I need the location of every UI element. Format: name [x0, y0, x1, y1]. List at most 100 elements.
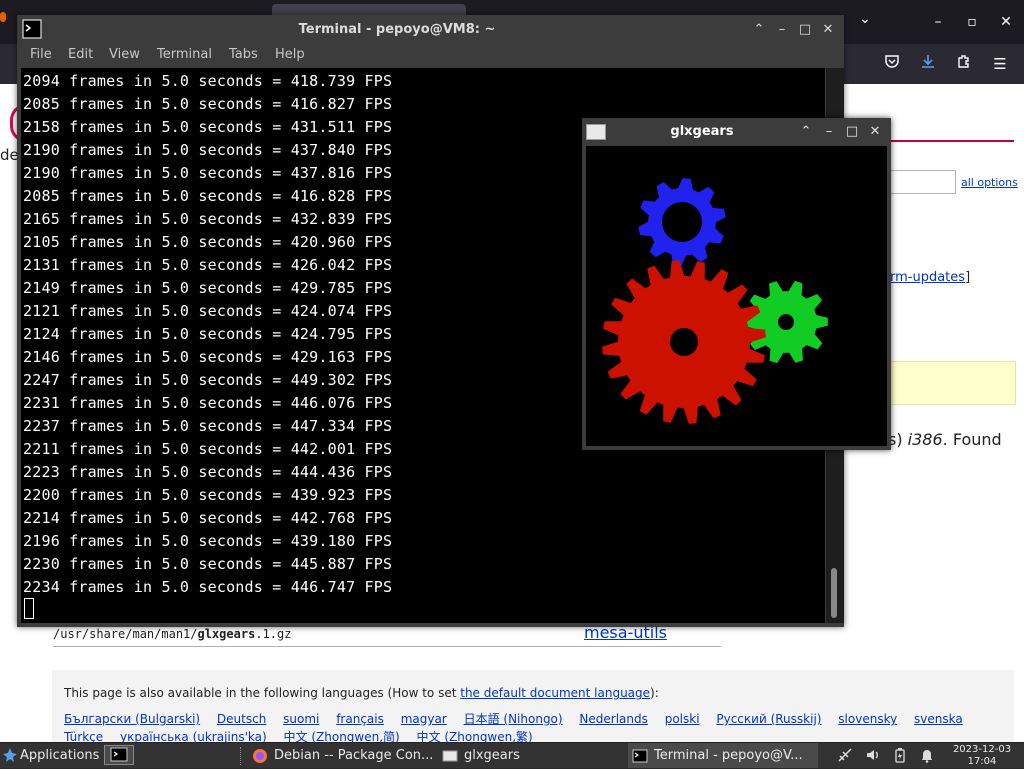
glxgears-title: glxgears	[670, 124, 734, 139]
terminal-shade-icon[interactable]: ⌃	[750, 21, 768, 39]
path-suffix: .1.gz	[255, 627, 292, 641]
found-suffix: . Found	[942, 430, 1002, 449]
terminal-cursor	[24, 598, 34, 619]
menu-help[interactable]: Help	[275, 47, 305, 62]
taskbar-separator	[240, 747, 243, 765]
network-icon[interactable]	[836, 747, 854, 765]
updates-bracket: ]	[965, 270, 971, 285]
terminal-line: 2247 frames in 5.0 seconds = 449.302 FPS	[23, 371, 393, 389]
applications-menu-icon[interactable]	[2, 747, 18, 763]
language-links: Български (Bulgarski) Deutsch suomi fran…	[64, 710, 994, 742]
list-tabs-chevron-icon[interactable]: ⌄	[856, 10, 874, 28]
hamburger-menu-icon[interactable]: ☰	[988, 52, 1012, 76]
browser-close-icon[interactable]: ✕	[994, 10, 1018, 34]
menu-view[interactable]: View	[109, 47, 140, 62]
language-link[interactable]: Nederlands	[579, 712, 647, 726]
menu-edit[interactable]: Edit	[68, 47, 93, 62]
terminal-line: 2196 frames in 5.0 seconds = 439.180 FPS	[23, 532, 393, 550]
language-link[interactable]: svenska	[914, 712, 963, 726]
volume-icon[interactable]	[864, 747, 882, 765]
terminal-line: 2094 frames in 5.0 seconds = 418.739 FPS	[23, 72, 393, 90]
terminal-line: 2165 frames in 5.0 seconds = 432.839 FPS	[23, 210, 393, 228]
language-link[interactable]: Deutsch	[217, 712, 266, 726]
taskbar-task-firefox[interactable]: Debian -- Package Con...	[248, 743, 438, 768]
language-link[interactable]: 中文 (Zhongwen,简)	[284, 730, 400, 742]
file-path: /usr/share/man/man1/glxgears.1.gz	[53, 627, 291, 641]
language-link[interactable]: 中文 (Zhongwen,繁)	[417, 730, 533, 742]
clock[interactable]: 2023-12-03 17:04	[946, 743, 1018, 769]
menu-file[interactable]: File	[30, 47, 52, 62]
terminal-line: 2131 frames in 5.0 seconds = 426.042 FPS	[23, 256, 393, 274]
menu-tabs[interactable]: Tabs	[229, 47, 258, 62]
language-link[interactable]: Български (Bulgarski)	[64, 712, 200, 726]
updates-link[interactable]: rm-updates	[890, 270, 965, 285]
terminal-maximize-icon[interactable]: □	[796, 21, 814, 39]
found-text: s) i386. Found	[888, 430, 1002, 449]
language-link[interactable]: Türkçe	[64, 730, 103, 742]
terminal-line: 2211 frames in 5.0 seconds = 442.001 FPS	[23, 440, 393, 458]
language-link[interactable]: magyar	[401, 712, 447, 726]
terminal-line: 2149 frames in 5.0 seconds = 429.785 FPS	[23, 279, 393, 297]
downloads-icon[interactable]	[916, 52, 940, 76]
language-link[interactable]: українська (ukrajins'ka)	[120, 730, 267, 742]
lang-intro-suffix: ):	[650, 686, 659, 700]
menu-terminal[interactable]: Terminal	[157, 47, 212, 62]
languages-intro: This page is also available in the follo…	[64, 686, 659, 700]
glxgears-minimize-icon[interactable]: –	[820, 123, 838, 141]
glxgears-close-icon[interactable]: ✕	[866, 123, 884, 141]
found-arch: i386	[907, 430, 943, 449]
firefox-logo-icon	[0, 12, 6, 22]
browser-maximize-icon[interactable]: ▫	[960, 10, 984, 34]
glxgears-window: glxgears ⌃ – □ ✕	[582, 118, 891, 450]
firefox-icon	[253, 749, 267, 763]
clock-date: 2023-12-03	[952, 744, 1012, 755]
site-logo-text: de	[0, 146, 19, 164]
language-link[interactable]: 日本語 (Nihongo)	[464, 712, 563, 726]
applications-menu-button[interactable]: Applications	[20, 743, 99, 768]
extensions-icon[interactable]	[952, 52, 976, 76]
task-label: Debian -- Package Con...	[274, 748, 434, 763]
lang-intro-prefix: This page is also available in the follo…	[64, 686, 461, 700]
terminal-line: 2085 frames in 5.0 seconds = 416.828 FPS	[23, 187, 393, 205]
terminal-close-icon[interactable]: ✕	[819, 21, 837, 39]
terminal-line: 2121 frames in 5.0 seconds = 424.074 FPS	[23, 302, 393, 320]
terminal-line: 2158 frames in 5.0 seconds = 431.511 FPS	[23, 118, 393, 136]
notification-bell-icon[interactable]	[918, 747, 936, 765]
terminal-line: 2230 frames in 5.0 seconds = 445.887 FPS	[23, 555, 393, 573]
taskbar: Applications Debian -- Package Con... gl…	[0, 742, 1024, 768]
language-link[interactable]: Русский (Russkij)	[716, 712, 821, 726]
terminal-line: 2105 frames in 5.0 seconds = 420.960 FPS	[23, 233, 393, 251]
notice-box	[890, 361, 1016, 405]
glxgears-titlebar[interactable]: glxgears ⌃ – □ ✕	[582, 118, 891, 146]
terminal-minimize-icon[interactable]: –	[773, 21, 791, 39]
terminal-line: 2200 frames in 5.0 seconds = 439.923 FPS	[23, 486, 393, 504]
browser-minimize-icon[interactable]: –	[926, 10, 950, 34]
language-link[interactable]: suomi	[283, 712, 319, 726]
glxgears-shade-icon[interactable]: ⌃	[797, 123, 815, 141]
language-link[interactable]: français	[336, 712, 384, 726]
terminal-line: 2231 frames in 5.0 seconds = 446.076 FPS	[23, 394, 393, 412]
taskbar-task-glxgears[interactable]: glxgears	[438, 743, 628, 768]
search-input[interactable]	[890, 170, 956, 194]
terminal-line: 2085 frames in 5.0 seconds = 416.827 FPS	[23, 95, 393, 113]
default-language-link[interactable]: the default document language	[460, 686, 650, 700]
terminal-menubar: File Edit View Terminal Tabs Help	[17, 45, 844, 67]
taskbar-task-terminal[interactable]: Terminal - pepoyo@V...	[628, 743, 818, 768]
all-options-link[interactable]: all options	[961, 176, 1018, 189]
languages-box: This page is also available in the follo…	[52, 670, 1014, 742]
language-link[interactable]: polski	[665, 712, 700, 726]
glxgears-maximize-icon[interactable]: □	[843, 123, 861, 141]
scrollbar-thumb[interactable]	[831, 568, 837, 618]
language-link[interactable]: slovensky	[838, 712, 897, 726]
header-divider	[890, 140, 1014, 142]
pocket-icon[interactable]	[880, 52, 904, 76]
terminal-icon	[632, 749, 648, 763]
terminal-launcher-icon[interactable]	[104, 745, 134, 765]
path-bold: glxgears	[197, 627, 256, 641]
terminal-line: 2237 frames in 5.0 seconds = 447.334 FPS	[23, 417, 393, 435]
clock-time: 17:04	[967, 756, 997, 767]
terminal-titlebar[interactable]: Terminal - pepoyo@VM8: ~ ⌃ – □ ✕	[17, 15, 844, 45]
terminal-line: 2124 frames in 5.0 seconds = 424.795 FPS	[23, 325, 393, 343]
battery-icon[interactable]	[891, 747, 909, 765]
task-label: Terminal - pepoyo@V...	[654, 748, 803, 763]
